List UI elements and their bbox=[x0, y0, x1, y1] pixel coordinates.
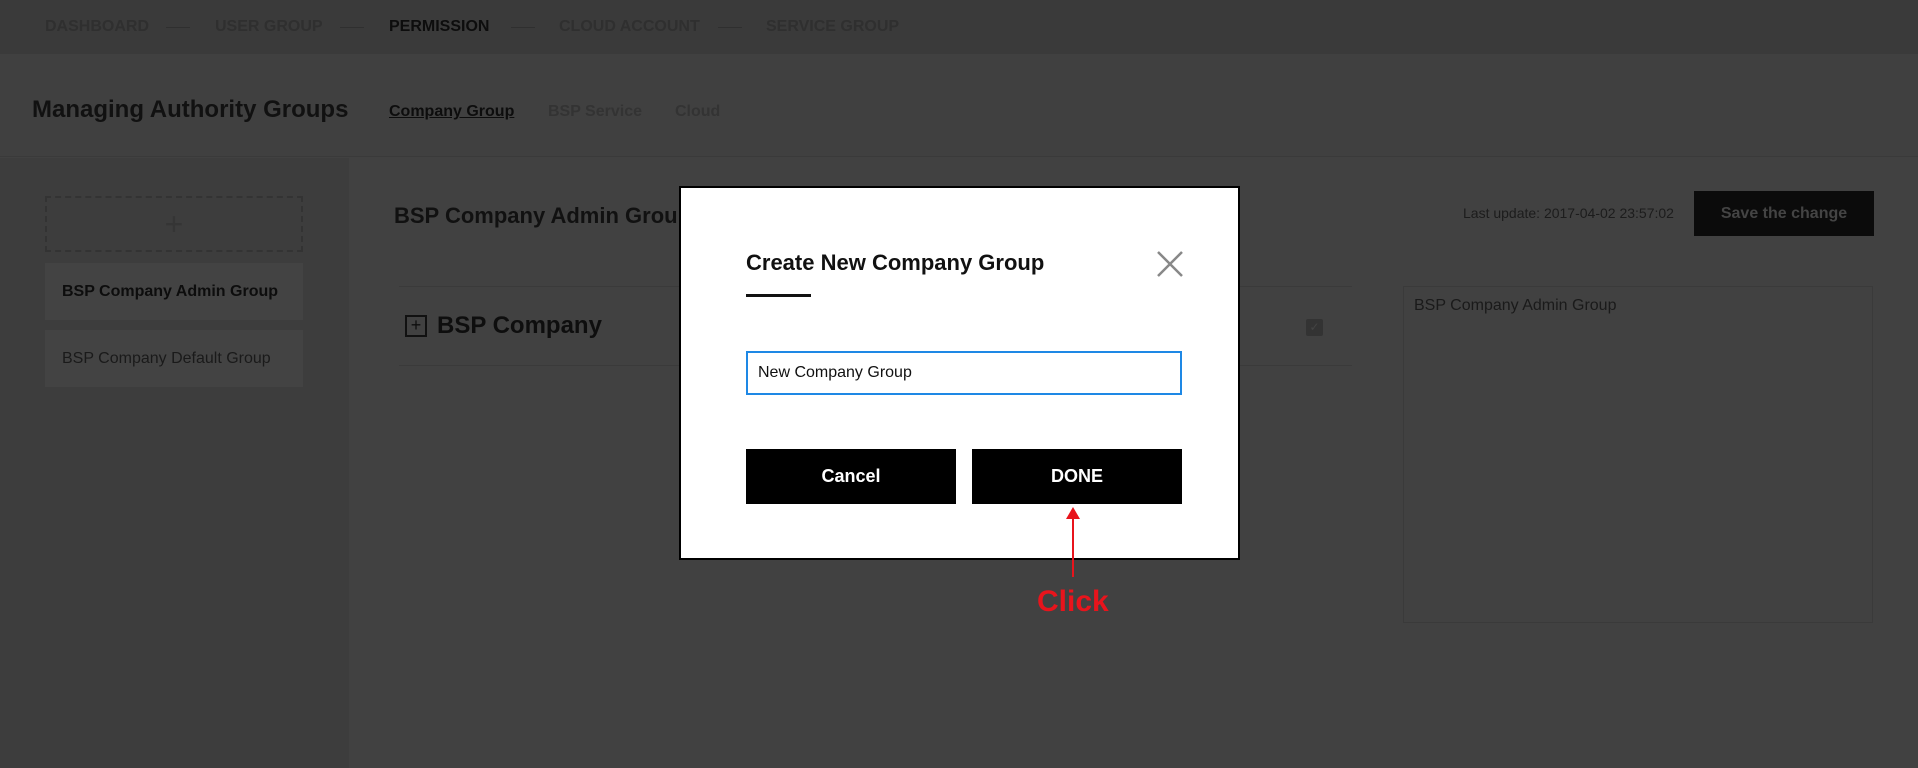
nav-service-group[interactable]: SERVICE GROUP bbox=[766, 18, 899, 36]
top-nav: DASHBOARD USER GROUP PERMISSION CLOUD AC… bbox=[0, 0, 1918, 54]
save-change-button[interactable]: Save the change bbox=[1694, 191, 1874, 236]
add-group-button[interactable]: + bbox=[45, 196, 303, 252]
click-annotation: Click bbox=[1037, 585, 1109, 618]
nav-dashboard[interactable]: DASHBOARD bbox=[45, 18, 149, 36]
group-name-input[interactable] bbox=[746, 351, 1182, 395]
last-update: Last update: 2017-04-02 23:57:02 bbox=[1463, 205, 1674, 221]
cancel-button[interactable]: Cancel bbox=[746, 449, 956, 504]
tree-item[interactable]: + BSP Company bbox=[405, 312, 602, 340]
sidebar-item-default-group[interactable]: BSP Company Default Group bbox=[45, 330, 303, 387]
sidebar-item-admin-group[interactable]: BSP Company Admin Group bbox=[45, 263, 303, 320]
tab-bsp-service[interactable]: BSP Service bbox=[548, 103, 642, 121]
nav-permission[interactable]: PERMISSION bbox=[389, 18, 489, 36]
tree-item-label: BSP Company bbox=[437, 312, 602, 339]
nav-separator bbox=[340, 27, 364, 28]
tab-cloud[interactable]: Cloud bbox=[675, 103, 720, 121]
detail-panel: BSP Company Admin Group bbox=[1403, 286, 1873, 623]
nav-separator bbox=[511, 27, 535, 28]
nav-cloud-account[interactable]: CLOUD ACCOUNT bbox=[559, 18, 700, 36]
tab-company-group[interactable]: Company Group bbox=[389, 103, 514, 121]
page-title: Managing Authority Groups bbox=[32, 96, 349, 123]
create-group-modal: Create New Company Group Cancel DONE bbox=[679, 186, 1240, 560]
group-title: BSP Company Admin Group bbox=[394, 203, 692, 228]
nav-user-group[interactable]: USER GROUP bbox=[215, 18, 323, 36]
arrow-up-icon bbox=[1066, 507, 1080, 577]
expand-icon[interactable]: + bbox=[405, 315, 427, 337]
modal-title: Create New Company Group bbox=[746, 250, 1045, 275]
panel-text: BSP Company Admin Group bbox=[1414, 297, 1617, 314]
done-button[interactable]: DONE bbox=[972, 449, 1182, 504]
tree-checkbox[interactable]: ✓ bbox=[1306, 319, 1323, 336]
close-icon[interactable] bbox=[1154, 248, 1186, 280]
nav-separator bbox=[718, 27, 742, 28]
plus-icon: + bbox=[164, 205, 184, 242]
title-underline bbox=[746, 294, 811, 297]
nav-separator bbox=[166, 27, 190, 28]
